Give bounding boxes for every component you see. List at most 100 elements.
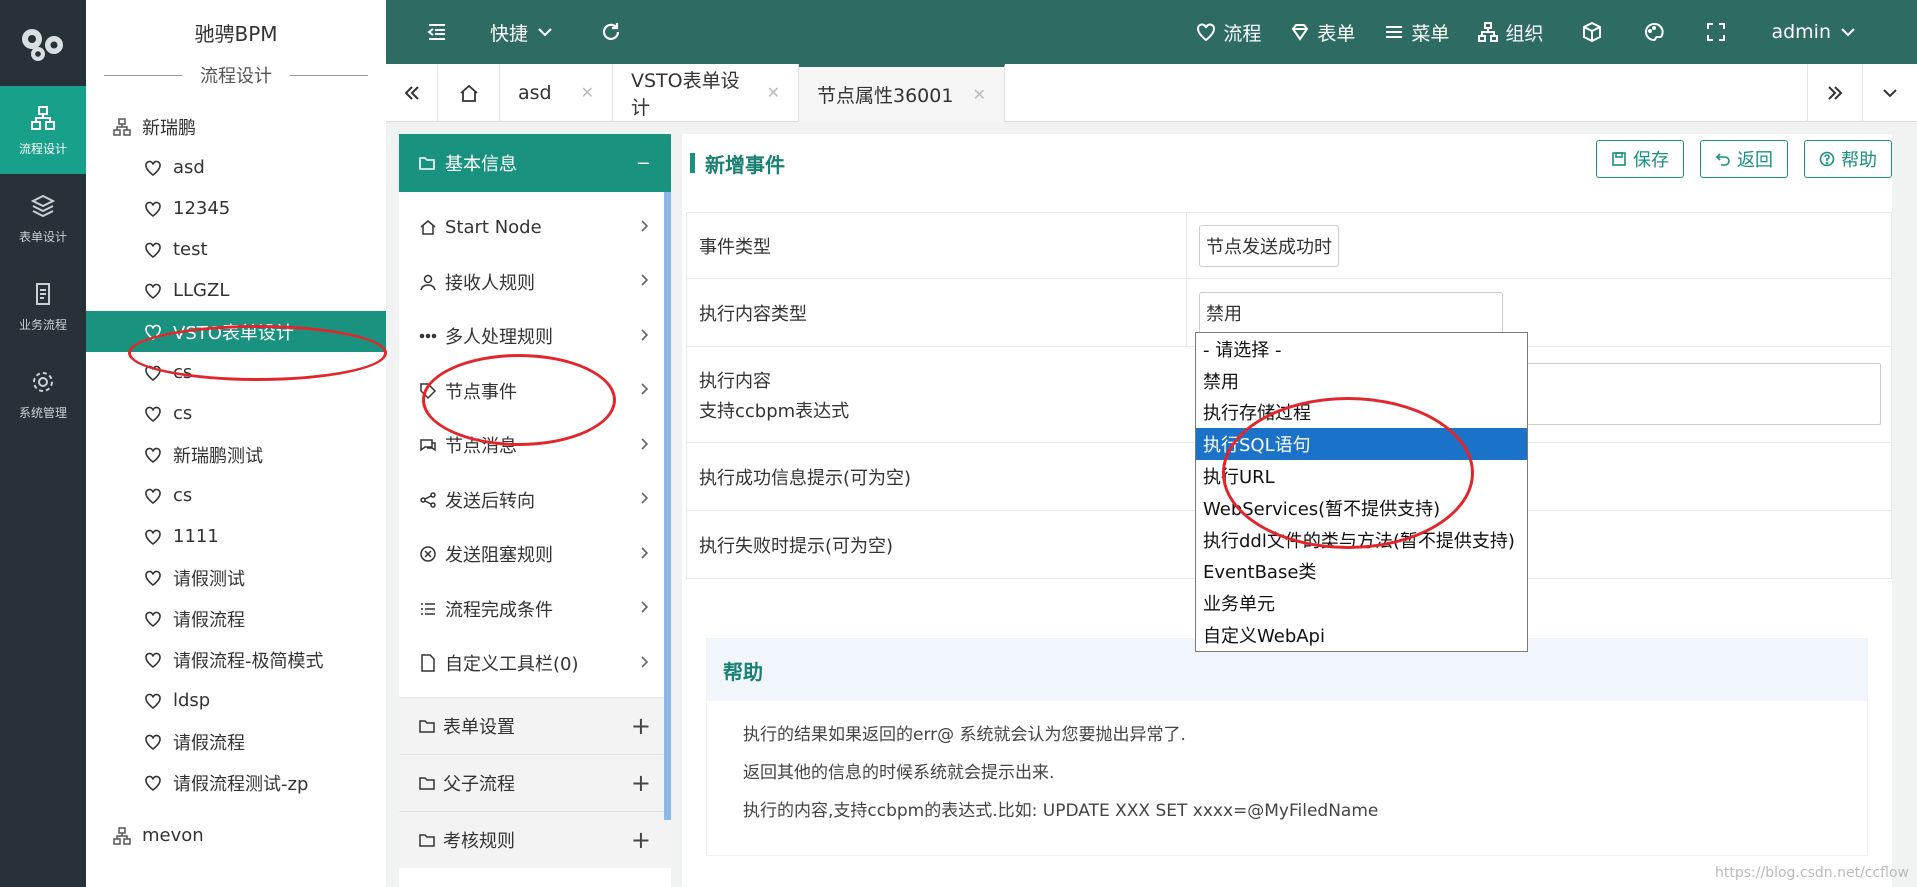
- tree-item-label: 请假流程: [173, 732, 245, 754]
- tree-item[interactable]: 请假流程测试-zp: [86, 762, 386, 803]
- close-icon[interactable]: ✕: [767, 83, 780, 102]
- cube-icon[interactable]: [1581, 0, 1603, 64]
- rail-item-flow-design[interactable]: 流程设计: [0, 86, 86, 174]
- page-title: 新增事件: [705, 152, 785, 177]
- tree-item[interactable]: 请假流程: [86, 721, 386, 762]
- menu-group-label: 考核规则: [443, 830, 515, 852]
- tree-item[interactable]: cs: [86, 393, 386, 434]
- tree-folder[interactable]: mevon: [86, 815, 386, 856]
- heart-icon: [143, 773, 163, 793]
- menu-item-label: 节点事件: [445, 381, 517, 403]
- list-icon: [419, 600, 437, 618]
- sidebar-toggle-icon[interactable]: [426, 0, 448, 64]
- menu-item[interactable]: 流程完成条件: [399, 582, 671, 637]
- tabs-scroll-left-icon[interactable]: [386, 63, 438, 122]
- menu-item[interactable]: 节点事件: [399, 364, 671, 419]
- fullscreen-icon[interactable]: [1705, 0, 1727, 64]
- tree-item[interactable]: LLGZL: [86, 270, 386, 311]
- tree-folder[interactable]: 新瑞鹏: [86, 106, 386, 147]
- dropdown-option[interactable]: WebServices(暂不提供支持): [1196, 492, 1527, 524]
- menu-group-label: 表单设置: [443, 716, 515, 738]
- tree-item-label: asd: [173, 157, 205, 178]
- form-row: 事件类型 节点发送成功时: [686, 212, 1892, 279]
- home-tab-icon[interactable]: [438, 63, 500, 122]
- tree-item[interactable]: asd: [86, 147, 386, 188]
- menu-group[interactable]: 考核规则 +: [399, 810, 671, 868]
- menu-group-basic-info[interactable]: 基本信息 −: [399, 134, 671, 192]
- menu-group[interactable]: 父子流程 +: [399, 753, 671, 811]
- event-type-field[interactable]: 节点发送成功时: [1199, 224, 1339, 267]
- dropdown-option[interactable]: 执行SQL语句: [1196, 428, 1527, 461]
- menu-item[interactable]: 接收人规则: [399, 255, 671, 310]
- menu-item[interactable]: Start Node: [399, 200, 671, 255]
- content-type-dropdown[interactable]: - 请选择 - 禁用 执行存储过程 执行SQL语句 执行URL WebServices(暂…: [1195, 332, 1528, 652]
- menu-item[interactable]: 多人处理规则: [399, 309, 671, 364]
- tree-item[interactable]: 请假流程: [86, 598, 386, 639]
- close-icon[interactable]: ✕: [973, 85, 986, 104]
- tab-asd[interactable]: asd ✕: [500, 63, 613, 122]
- tree-item[interactable]: cs: [86, 475, 386, 516]
- menu-item-label: 接收人规则: [445, 272, 535, 294]
- chat-icon: [419, 436, 437, 454]
- dropdown-option[interactable]: 执行存储过程: [1196, 397, 1527, 429]
- org-chart-icon: [31, 105, 55, 130]
- chevron-down-icon: [1841, 28, 1855, 37]
- menu-group[interactable]: 表单设置 +: [399, 696, 671, 754]
- tree-item[interactable]: 新瑞鹏测试: [86, 434, 386, 475]
- expand-icon[interactable]: +: [631, 712, 651, 740]
- rail-label: 表单设计: [18, 229, 67, 244]
- tree-item[interactable]: 请假流程-极简模式: [86, 639, 386, 680]
- rail-item-system-admin[interactable]: 系统管理: [0, 350, 86, 438]
- menu-item[interactable]: 发送后转向: [399, 473, 671, 528]
- nav-form[interactable]: 表单: [1289, 0, 1355, 64]
- rail-item-form-design[interactable]: 表单设计: [0, 174, 86, 262]
- user-menu[interactable]: admin: [1771, 0, 1859, 64]
- nav-org[interactable]: 组织: [1477, 0, 1543, 64]
- back-button[interactable]: 返回: [1700, 140, 1788, 178]
- close-icon[interactable]: ✕: [581, 83, 594, 102]
- palette-icon[interactable]: [1643, 0, 1665, 64]
- dropdown-option[interactable]: 禁用: [1196, 365, 1527, 397]
- tab-vsto-form[interactable]: VSTO表单设计 ✕: [613, 63, 799, 122]
- expand-icon[interactable]: +: [631, 826, 651, 854]
- dropdown-option[interactable]: 执行URL: [1196, 460, 1527, 492]
- rail-item-business-flow[interactable]: 业务流程: [0, 262, 86, 350]
- chevron-right-icon: [637, 653, 651, 674]
- nav-flow[interactable]: 流程: [1195, 0, 1261, 64]
- expand-icon[interactable]: +: [631, 769, 651, 797]
- tree-item[interactable]: 1111: [86, 516, 386, 557]
- menu-item[interactable]: 自定义工具栏(0): [399, 636, 671, 691]
- question-icon: [1819, 151, 1835, 167]
- tree-item-label: test: [173, 239, 208, 260]
- tree-item[interactable]: 请假测试: [86, 557, 386, 598]
- dropdown-option[interactable]: EventBase类: [1196, 556, 1527, 588]
- dropdown-option[interactable]: 业务单元: [1196, 587, 1527, 619]
- content-type-select[interactable]: 禁用: [1199, 291, 1503, 334]
- heart-icon: [143, 281, 163, 301]
- tabs-scroll-right-icon[interactable]: [1807, 63, 1863, 122]
- tree-item[interactable]: test: [86, 229, 386, 270]
- tree-item[interactable]: 12345: [86, 188, 386, 229]
- save-button[interactable]: 保存: [1596, 140, 1684, 178]
- tree-item[interactable]: VSTO表单设计: [86, 311, 386, 352]
- chevron-right-icon: [637, 217, 651, 238]
- help-button[interactable]: 帮助: [1804, 140, 1892, 178]
- collapse-icon[interactable]: −: [636, 153, 651, 174]
- dropdown-option[interactable]: 执行ddl文件的类与方法(暂不提供支持): [1196, 524, 1527, 556]
- dropdown-option[interactable]: 自定义WebApi: [1196, 619, 1527, 651]
- heart-icon: [143, 609, 163, 629]
- nav-menu[interactable]: 菜单: [1383, 0, 1449, 64]
- refresh-icon[interactable]: [600, 0, 622, 64]
- tree-item-label: 12345: [173, 198, 231, 219]
- menu-item[interactable]: 发送阻塞规则: [399, 527, 671, 582]
- tree-item[interactable]: cs: [86, 352, 386, 393]
- tabs-dropdown-icon[interactable]: [1863, 64, 1917, 122]
- menu-item[interactable]: 节点消息: [399, 418, 671, 473]
- shortcut-menu[interactable]: 快捷: [490, 0, 556, 64]
- heart-icon: [143, 486, 163, 506]
- tab-node-properties[interactable]: 节点属性36001 ✕: [799, 63, 1005, 122]
- dropdown-option[interactable]: - 请选择 -: [1196, 333, 1527, 365]
- tree-item[interactable]: ldsp: [86, 680, 386, 721]
- undo-icon: [1715, 153, 1730, 166]
- menu-scrollbar[interactable]: [664, 192, 671, 820]
